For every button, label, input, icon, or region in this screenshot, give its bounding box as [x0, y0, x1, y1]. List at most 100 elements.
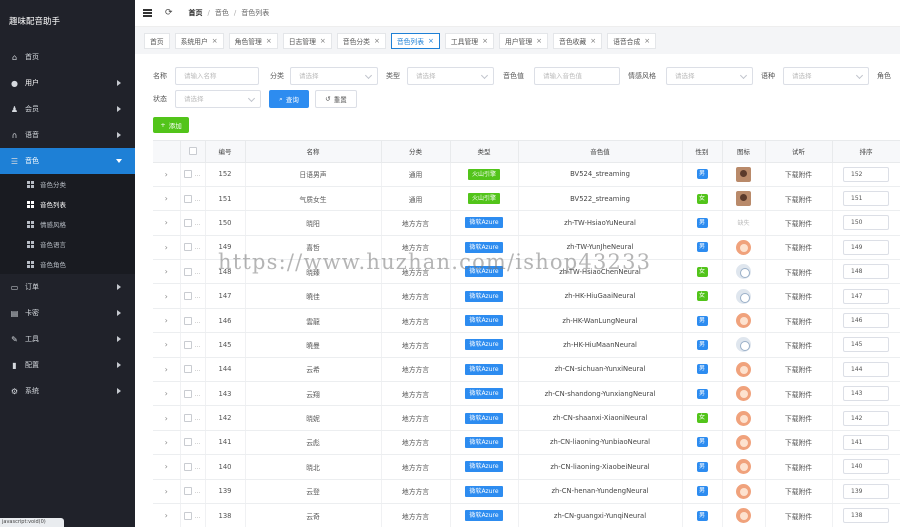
row-select[interactable]: … [180, 235, 206, 261]
close-icon[interactable]: × [644, 37, 650, 45]
chevron-right-icon[interactable]: › [165, 267, 168, 276]
expand-toggle[interactable]: › [153, 405, 181, 431]
row-checkbox[interactable] [184, 267, 193, 276]
tab-8[interactable]: 音色收藏 × [553, 32, 603, 49]
select-all-checkbox[interactable] [180, 141, 206, 163]
column-header-category[interactable]: 分类 [381, 141, 451, 163]
download-link[interactable]: 下载附件 [785, 513, 812, 521]
row-checkbox[interactable] [184, 511, 193, 520]
chevron-right-icon[interactable]: › [165, 340, 168, 349]
sort-input[interactable]: 146 [843, 313, 889, 329]
download-link[interactable]: 下载附件 [785, 439, 812, 447]
menu-toggle-icon[interactable] [143, 9, 152, 17]
tab-7[interactable]: 用户管理 × [498, 32, 549, 49]
chevron-right-icon[interactable]: › [165, 316, 168, 325]
expand-toggle[interactable]: › [153, 357, 181, 383]
sort-input[interactable]: 151 [843, 191, 889, 207]
download-link[interactable]: 下载附件 [785, 488, 812, 496]
close-icon[interactable]: × [482, 37, 488, 45]
download-link[interactable]: 下载附件 [785, 342, 812, 350]
sidebar-subitem-3[interactable]: 音色语言 [0, 234, 135, 254]
sidebar-subitem-1[interactable]: 音色列表 [0, 194, 135, 214]
expand-toggle[interactable]: › [153, 162, 181, 187]
download-link[interactable]: 下载附件 [785, 415, 812, 423]
sidebar-item-5[interactable]: ▭ 订单 [0, 274, 135, 300]
expand-toggle[interactable]: › [153, 308, 181, 334]
column-header-gender[interactable]: 性别 [682, 141, 723, 163]
sort-input[interactable]: 144 [843, 361, 889, 377]
expand-toggle[interactable]: › [153, 430, 181, 456]
row-checkbox[interactable] [184, 414, 193, 423]
sort-input[interactable]: 149 [843, 239, 889, 255]
row-checkbox[interactable] [184, 487, 193, 496]
sort-input[interactable]: 145 [843, 337, 889, 353]
sidebar-subitem-0[interactable]: 音色分类 [0, 174, 135, 194]
sort-input[interactable]: 141 [843, 434, 889, 450]
tab-6[interactable]: 工具管理 × [444, 32, 494, 49]
chevron-right-icon[interactable]: › [165, 389, 168, 398]
expand-toggle[interactable]: › [153, 259, 181, 285]
download-link[interactable]: 下载附件 [785, 391, 812, 399]
expand-toggle[interactable]: › [153, 479, 181, 504]
sort-input[interactable]: 147 [843, 288, 889, 304]
reset-button[interactable]: ↺ 重置 [315, 90, 357, 108]
expand-toggle[interactable]: › [153, 454, 181, 480]
row-checkbox[interactable] [184, 438, 193, 447]
column-header-sort[interactable]: 排序 [832, 141, 900, 163]
column-header-type[interactable]: 类型 [450, 141, 519, 163]
row-select[interactable]: … [180, 479, 206, 504]
row-select[interactable]: … [180, 454, 206, 480]
row-select[interactable]: … [180, 259, 206, 285]
close-icon[interactable]: × [536, 37, 542, 45]
download-link[interactable]: 下载附件 [785, 464, 812, 472]
download-link[interactable]: 下载附件 [785, 293, 812, 301]
sort-input[interactable]: 148 [843, 264, 889, 280]
tab-3[interactable]: 日志管理 × [282, 32, 332, 49]
sort-input[interactable]: 150 [843, 215, 889, 231]
sidebar-item-6[interactable]: ▤ 卡密 [0, 300, 135, 326]
row-checkbox[interactable] [184, 170, 193, 179]
tab-2[interactable]: 角色管理 × [228, 32, 278, 49]
expand-toggle[interactable]: › [153, 381, 181, 407]
sort-input[interactable]: 138 [843, 508, 889, 524]
column-header-name[interactable]: 名称 [245, 141, 382, 163]
sort-input[interactable]: 152 [843, 166, 889, 182]
download-link[interactable]: 下载附件 [785, 220, 812, 228]
sort-input[interactable]: 142 [843, 410, 889, 426]
sort-input[interactable]: 143 [843, 386, 889, 402]
sidebar-item-0[interactable]: ⌂ 首页 [0, 44, 135, 70]
breadcrumb-item[interactable]: 音色 [215, 8, 229, 18]
chevron-right-icon[interactable]: › [165, 414, 168, 423]
sidebar-item-4[interactable]: ☰ 音色 [0, 148, 135, 174]
tab-4[interactable]: 音色分类 × [336, 32, 386, 49]
tab-5[interactable]: 音色列表 × [390, 32, 440, 49]
download-link[interactable]: 下载附件 [785, 269, 812, 277]
expand-toggle[interactable]: › [153, 210, 181, 236]
row-checkbox[interactable] [184, 218, 193, 227]
row-select[interactable]: … [180, 308, 206, 334]
column-header-id[interactable]: 编号 [205, 141, 246, 163]
row-checkbox[interactable] [184, 365, 193, 374]
status-select[interactable]: 请选择 [175, 90, 261, 108]
chevron-right-icon[interactable]: › [165, 365, 168, 374]
download-link[interactable]: 下载附件 [785, 366, 812, 374]
close-icon[interactable]: × [212, 37, 218, 45]
sidebar-item-2[interactable]: ♟ 会员 [0, 96, 135, 122]
refresh-icon[interactable]: ⟳ [165, 8, 173, 18]
sidebar-item-7[interactable]: ✎ 工具 [0, 326, 135, 352]
download-link[interactable]: 下载附件 [785, 244, 812, 252]
type-select[interactable]: 请选择 [407, 67, 494, 85]
close-icon[interactable]: × [320, 37, 326, 45]
row-select[interactable]: … [180, 162, 206, 187]
row-select[interactable]: … [180, 405, 206, 431]
tab-9[interactable]: 语音合成 × [607, 32, 657, 49]
category-select[interactable]: 请选择 [290, 67, 378, 85]
row-checkbox[interactable] [184, 389, 193, 398]
close-icon[interactable]: × [266, 37, 272, 45]
row-checkbox[interactable] [184, 194, 193, 203]
chevron-right-icon[interactable]: › [165, 438, 168, 447]
row-select[interactable]: … [180, 430, 206, 456]
download-link[interactable]: 下载附件 [785, 171, 812, 179]
row-checkbox[interactable] [184, 340, 193, 349]
row-select[interactable]: … [180, 503, 206, 527]
